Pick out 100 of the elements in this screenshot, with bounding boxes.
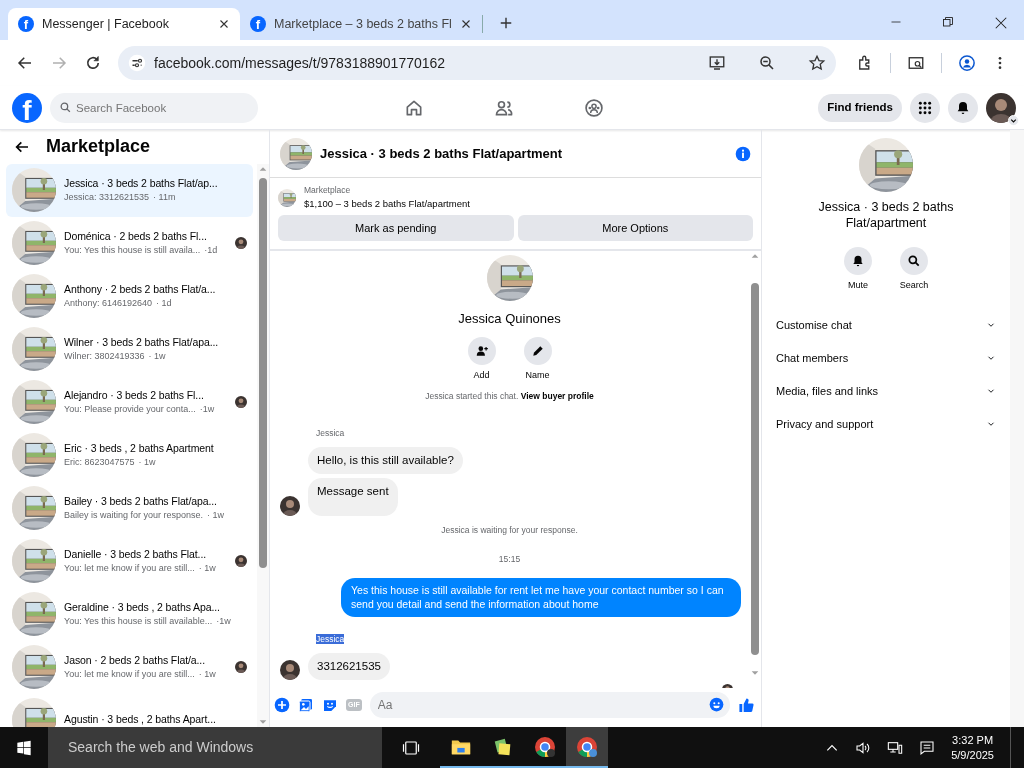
message-preview: You: let me know if you are still... <box>64 562 195 576</box>
new-tab-icon[interactable] <box>498 16 513 30</box>
message-preview: Bailey is waiting for your response. <box>64 509 204 523</box>
restore-icon[interactable] <box>942 16 954 28</box>
browser-tab[interactable]: f Messenger | Facebook <box>8 8 240 40</box>
browser-tab[interactable]: f Marketplace – 3 beds 2 baths Fl <box>240 8 482 40</box>
thumbs-up-icon[interactable] <box>738 696 755 714</box>
buyer-profile-link[interactable]: View buyer profile <box>520 391 594 401</box>
conversation-item[interactable]: Jason · 2 beds 2 baths Flat/a... You: let me know if you are still... · 1w <box>6 640 253 694</box>
conversation-title: Doménica · 2 beds 2 baths Fl... <box>64 228 208 244</box>
clock-time[interactable]: 3:32 PM <box>951 732 994 748</box>
seen-avatar <box>235 555 247 568</box>
windows-icon[interactable] <box>16 739 32 756</box>
details-section[interactable]: Chat members <box>762 341 1010 375</box>
notification-icon[interactable] <box>919 739 936 756</box>
message-preview: Wilner: 3802419336 <box>64 350 145 364</box>
message-time: · 11m <box>153 191 176 205</box>
conversation-item[interactable]: Geraldine · 3 beds , 2 baths Apa... You: Yes this house is still available... ·1w <box>6 587 253 641</box>
action-button[interactable]: Mark as pending <box>278 215 514 241</box>
message-preview: Anthony: 6146192640 <box>64 297 153 311</box>
browser-icon[interactable] <box>533 734 557 759</box>
message-preview: Eric: 8623047575 <box>64 456 135 470</box>
avatar <box>280 496 300 517</box>
conversation-item[interactable]: Bailey · 3 beds 2 baths Flat/apa... Bailey is waiting for your response. · 1w <box>6 481 253 535</box>
timestamp: 15:15 <box>497 553 522 566</box>
conversation-title: Wilner · 3 beds 2 baths Flat/apa... <box>64 334 220 350</box>
details-section[interactable]: Customise chat <box>762 308 1010 342</box>
action-button[interactable] <box>467 336 496 365</box>
emoji-icon[interactable] <box>709 697 724 712</box>
menu-button[interactable] <box>910 92 940 123</box>
message-field[interactable]: Aa <box>369 692 730 718</box>
notifications-button[interactable] <box>948 92 978 123</box>
pencil-icon <box>530 343 545 358</box>
conversation-item[interactable]: Eric · 3 beds , 2 baths Apartment Eric: 8623047575 · 1w <box>6 428 253 482</box>
sticker-icon[interactable] <box>322 697 338 713</box>
action-button[interactable] <box>844 247 872 276</box>
install-icon[interactable] <box>708 54 726 72</box>
avatar <box>280 660 300 681</box>
listing-source: Marketplace <box>304 184 352 197</box>
tab-title: Marketplace – 3 beds 2 baths Fl <box>274 15 452 33</box>
message-bubble: 3312621535 <box>308 653 390 681</box>
seen-avatar <box>235 396 247 409</box>
close-icon[interactable] <box>459 18 472 30</box>
action-button[interactable] <box>900 247 928 276</box>
details-section[interactable]: Privacy and support <box>762 407 1010 441</box>
photo-icon[interactable] <box>298 697 314 713</box>
speaker-icon[interactable] <box>855 739 872 756</box>
conversation-item[interactable]: Anthony · 2 beds 2 baths Flat/a... Anthony: 6146192640 · 1d <box>6 269 253 323</box>
conversation-title: Danielle · 3 beds 2 baths Flat... <box>64 546 208 562</box>
close-icon[interactable] <box>218 18 230 30</box>
back-icon[interactable] <box>16 54 34 72</box>
find-friends-button[interactable]: Find friends <box>818 93 902 122</box>
close-icon[interactable] <box>994 16 1008 30</box>
conversation-title: Jessica · 3 beds 2 baths Flat/ap... <box>64 175 219 191</box>
task-view-icon[interactable] <box>402 738 420 757</box>
sender-name: Jessica <box>316 427 345 438</box>
conversation-title: Anthony · 2 beds 2 baths Flat/a... <box>64 281 217 297</box>
star-icon[interactable] <box>808 54 826 72</box>
reload-icon[interactable] <box>84 54 102 72</box>
caret-icon <box>1008 114 1019 126</box>
action-button[interactable] <box>523 336 552 365</box>
zoom-icon[interactable] <box>758 54 776 72</box>
search-field[interactable]: Search the web and Windows <box>48 727 382 768</box>
tab-search-icon[interactable] <box>907 54 925 72</box>
details-section[interactable]: Media, files and links <box>762 374 1010 408</box>
clock-date[interactable]: 5/9/2025 <box>951 747 994 763</box>
message-time: · 1d <box>156 297 172 311</box>
scrollbar-thumb[interactable] <box>259 177 267 568</box>
sender-name: Jessica <box>316 634 345 645</box>
message-preview: You: Yes this house is still availa... <box>64 244 201 258</box>
conversation-title: Jessica · 3 beds 2 baths Flat/apartment <box>817 200 955 232</box>
conversation-item[interactable]: Danielle · 3 beds 2 baths Flat... You: let me know if you are still... · 1w <box>6 534 253 588</box>
message-time: ·1d <box>204 244 218 258</box>
message-preview: You: Yes this house is still available... <box>64 615 213 629</box>
action-button[interactable]: More Options <box>517 215 753 241</box>
groups-icon[interactable] <box>584 97 604 118</box>
conversation-title: Geraldine · 3 beds , 2 baths Apa... <box>64 599 221 615</box>
conversation-title: Alejandro · 3 beds 2 baths Fl... <box>64 387 205 403</box>
add-person-icon <box>474 343 489 358</box>
message-time: ·1w <box>216 615 231 629</box>
conversation-item[interactable]: Wilner · 3 beds 2 baths Flat/apa... Wilner: 3802419336 · 1w <box>6 322 253 376</box>
action-label: Search <box>899 279 929 293</box>
search-icon <box>59 100 72 114</box>
search-icon <box>907 254 921 269</box>
conversation-item[interactable]: Alejandro · 3 beds 2 baths Fl... You: Please provide your conta... ·1w <box>6 375 253 429</box>
plus-icon[interactable] <box>274 697 290 713</box>
info-icon[interactable] <box>735 145 751 162</box>
conversation-title: Agustin · 3 beds , 2 baths Apart... <box>64 712 217 727</box>
conversation-title: Bailey · 3 beds 2 baths Flat/apa... <box>64 493 218 509</box>
site-settings-icon[interactable] <box>128 54 146 72</box>
search-field[interactable]: Search Facebook <box>50 92 258 123</box>
conversation-item[interactable]: Jessica · 3 beds 2 baths Flat/ap... Jessica: 3312621535 · 11m <box>6 163 253 217</box>
scrollbar-thumb[interactable] <box>751 283 759 655</box>
profile-icon[interactable] <box>958 54 976 72</box>
browser-icon[interactable] <box>575 734 599 759</box>
network-icon[interactable] <box>887 739 904 756</box>
facebook-logo[interactable]: f <box>12 92 42 123</box>
conversation-item[interactable]: Doménica · 2 beds 2 baths Fl... You: Yes this house is still availa... ·1d <box>6 216 253 270</box>
message-time: · 1w <box>198 562 216 576</box>
system-message: Jessica started this chat. View buyer profile <box>424 390 595 403</box>
